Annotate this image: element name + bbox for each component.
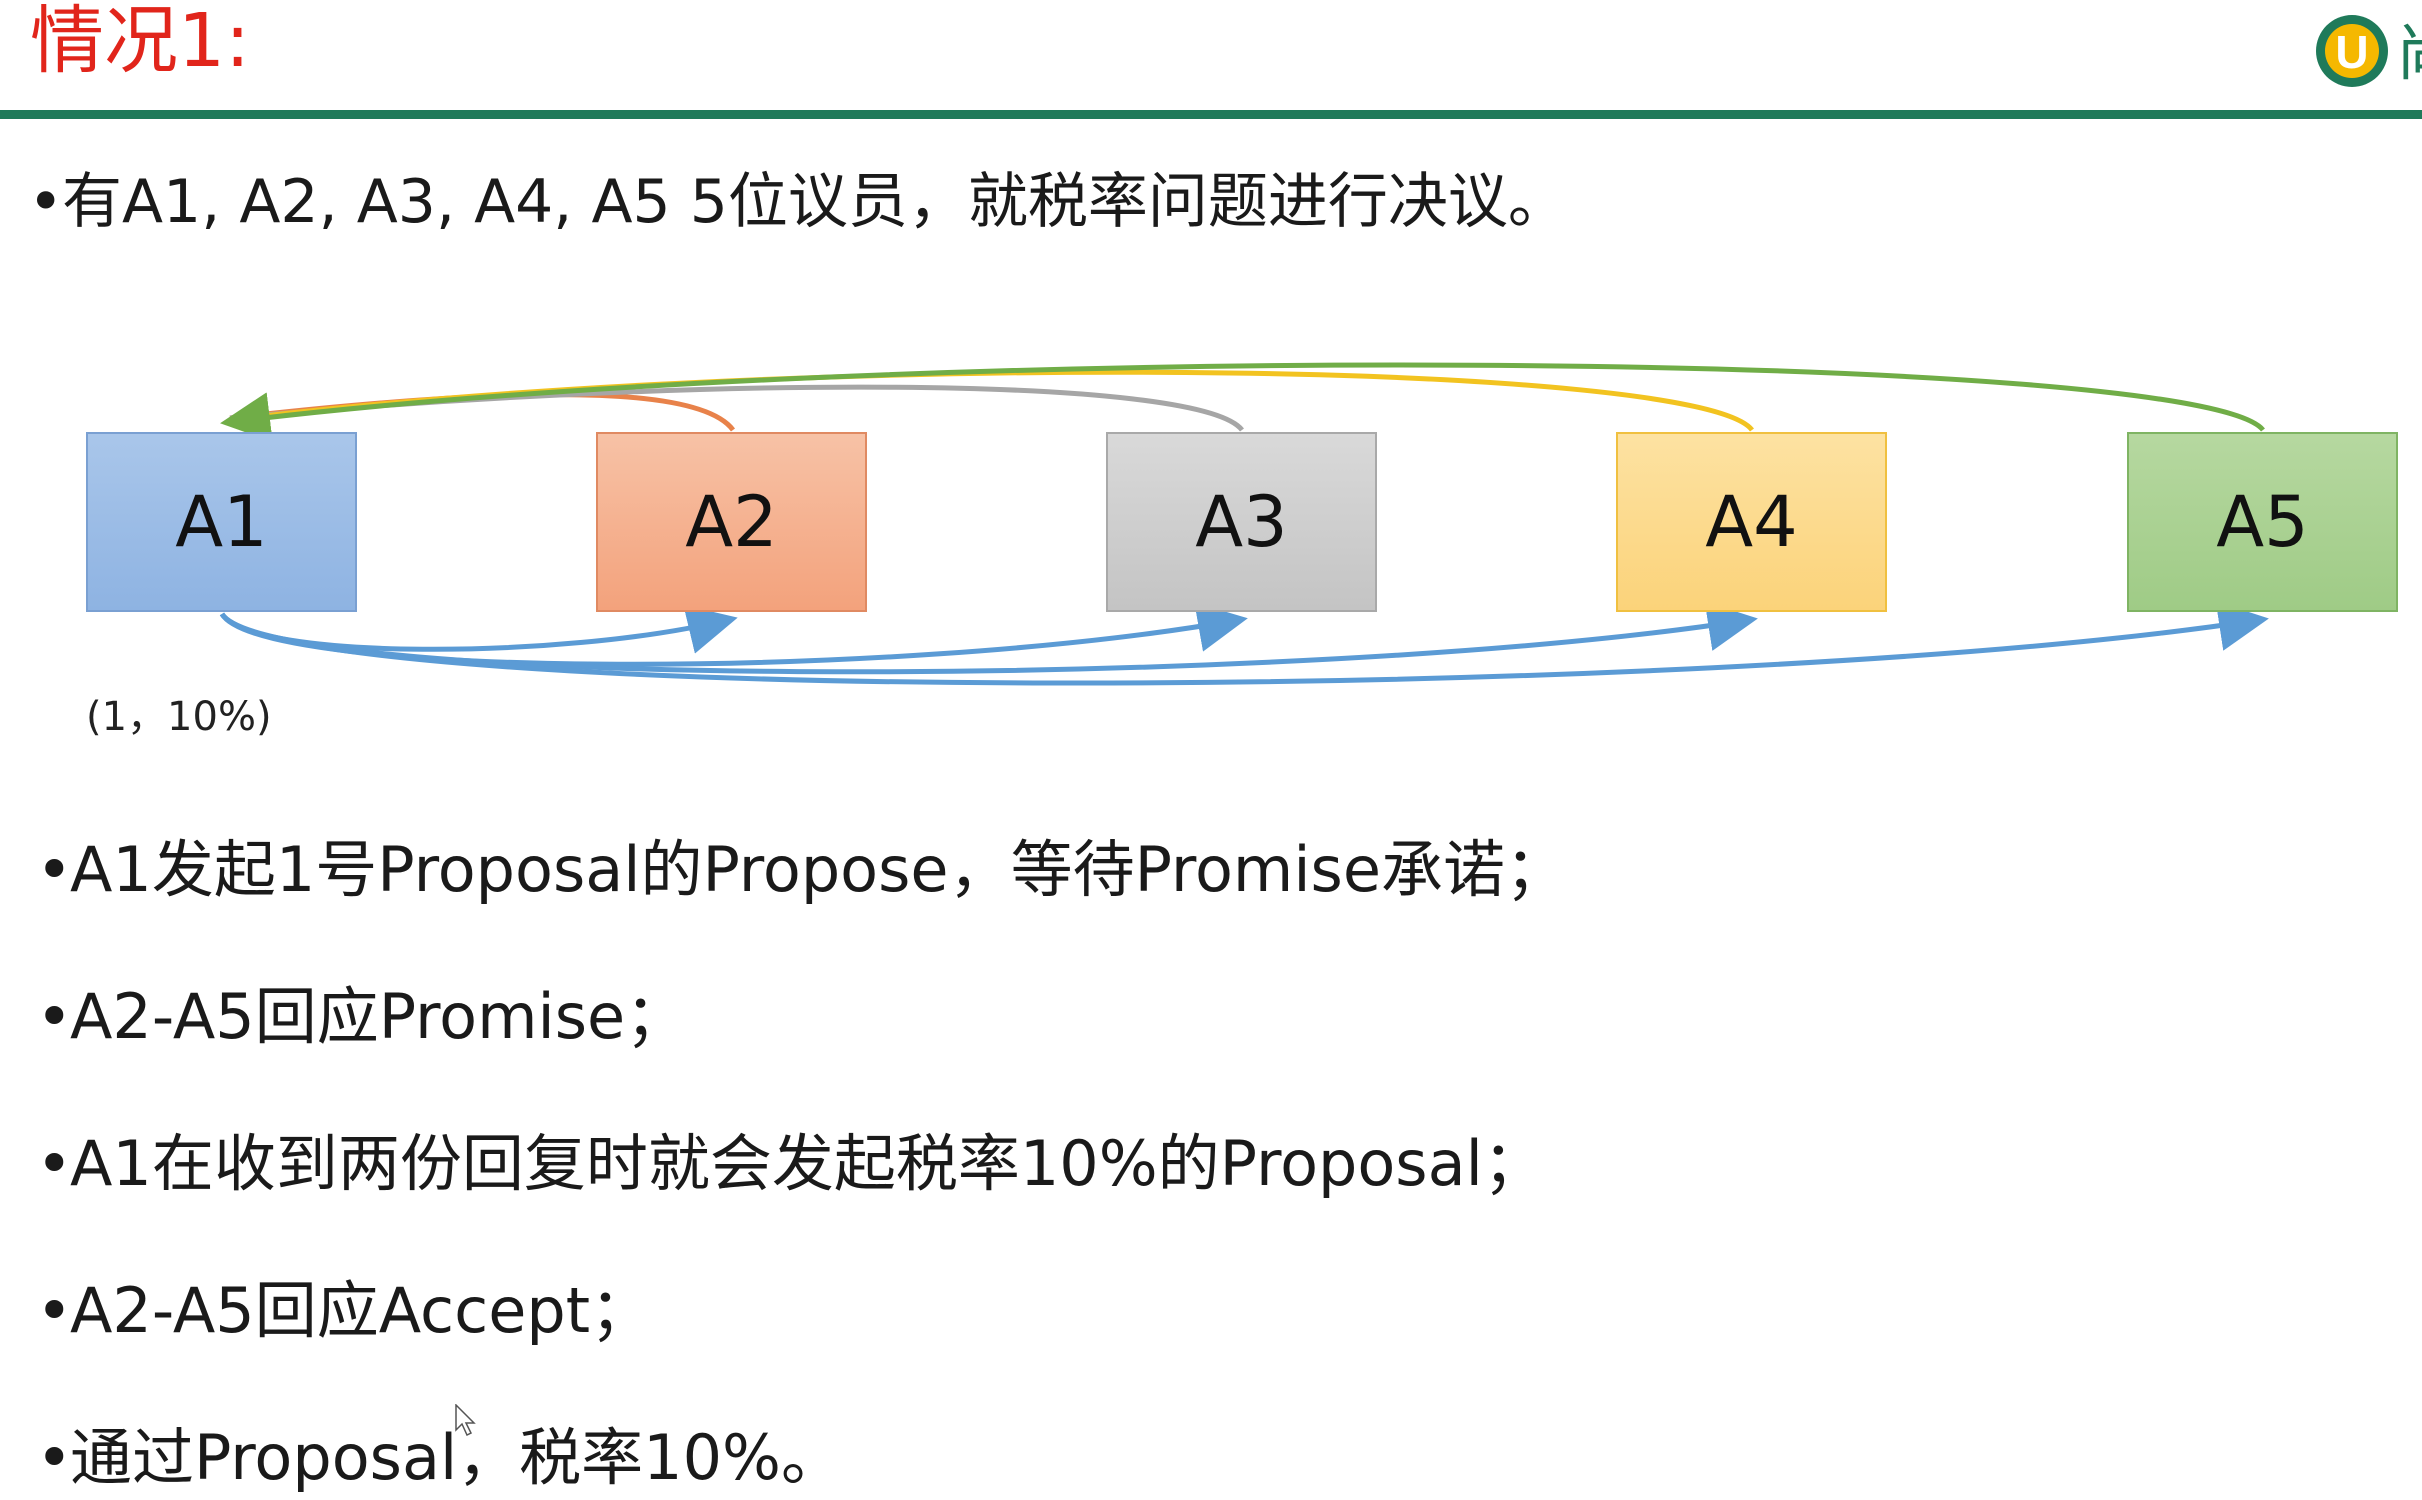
- proposal-label: (1，10%): [86, 694, 272, 740]
- node-a3: A3: [1106, 432, 1377, 612]
- bullet-dot: •: [36, 1274, 73, 1347]
- bullet-dot: •: [36, 1127, 73, 1200]
- bullet-text: A1在收到两份回复时就会发起税率10%的Proposal；: [70, 1127, 1545, 1200]
- bullet-text: A1发起1号Proposal的Propose，等待Promise承诺；: [70, 833, 1567, 906]
- bullet-dot: •: [36, 833, 73, 906]
- bullet-item: •通过Proposal，税率10%。: [36, 1418, 843, 1498]
- mouse-pointer-icon: [455, 1404, 476, 1436]
- node-a2: A2: [596, 432, 867, 612]
- reply-arrow-a3: [229, 384, 1244, 432]
- bullet-item: •A1发起1号Proposal的Propose，等待Promise承诺；: [36, 830, 1567, 910]
- bullet-item: •A1在收到两份回复时就会发起税率10%的Proposal；: [36, 1124, 1545, 1204]
- bullet-item: •A2-A5回应Promise；: [36, 977, 687, 1057]
- bullet-item: •A2-A5回应Accept；: [36, 1271, 652, 1351]
- node-a1: A1: [86, 432, 357, 612]
- bullet-text: A2-A5回应Promise；: [70, 980, 688, 1053]
- slide: 情况1: U 尚 •有A1, A2, A3, A4, A5 5位议员，就税率问题…: [0, 0, 2422, 1500]
- node-a5: A5: [2127, 432, 2398, 612]
- bullet-dot: •: [36, 980, 73, 1053]
- message-arrows: [219, 362, 2269, 686]
- node-a4: A4: [1616, 432, 1887, 612]
- bullet-dot: •: [36, 1421, 73, 1494]
- bullet-text: A2-A5回应Accept；: [70, 1274, 653, 1347]
